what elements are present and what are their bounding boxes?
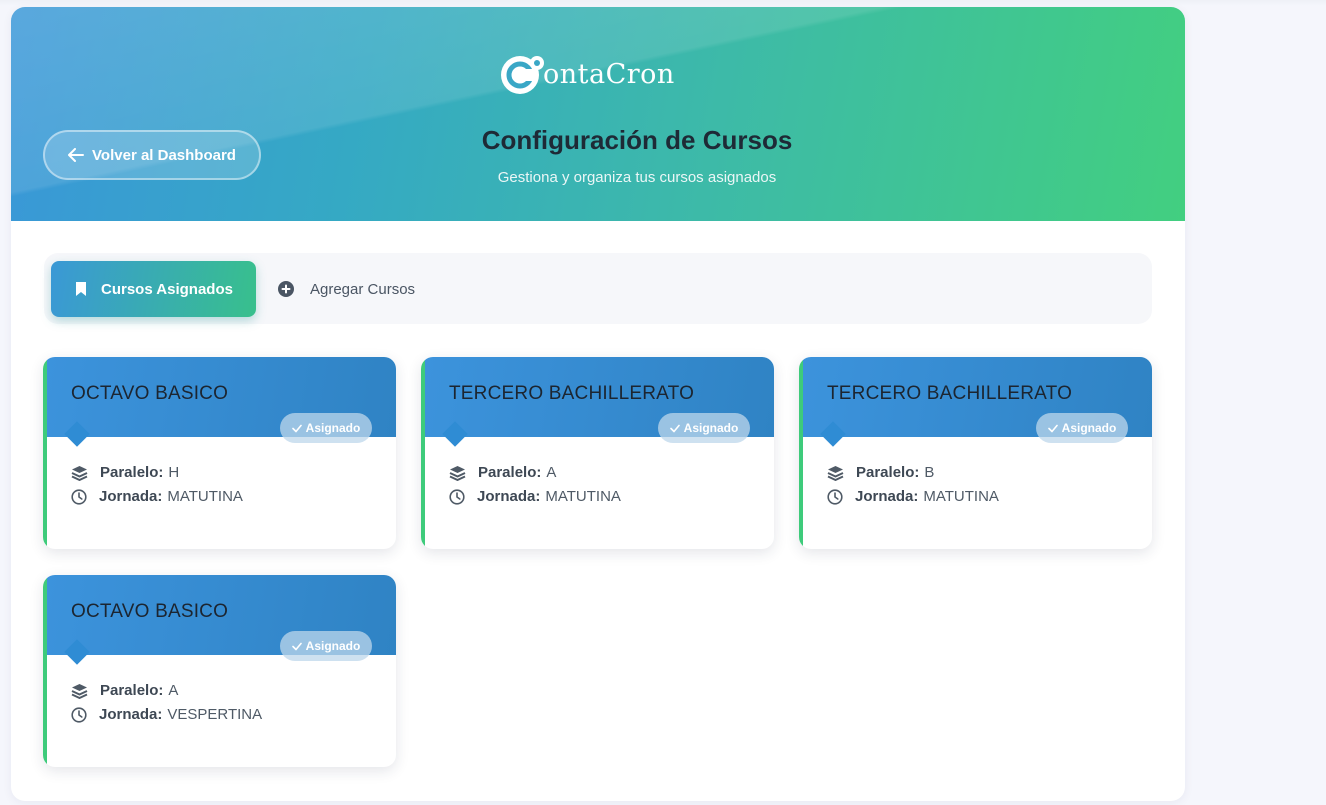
jornada-label: Jornada: <box>99 488 163 505</box>
check-icon <box>1047 424 1058 432</box>
paralelo-row: Paralelo: H <box>71 464 179 481</box>
status-badge: Asignado <box>1036 413 1128 443</box>
jornada-value: MATUTINA <box>167 488 243 505</box>
brand-logo: ontaCron <box>499 47 675 99</box>
tab-cursos-asignados[interactable]: Cursos Asignados <box>51 261 256 317</box>
status-badge: Asignado <box>280 631 372 661</box>
paralelo-row: Paralelo: B <box>827 464 934 481</box>
paralelo-value: A <box>168 682 179 699</box>
course-card[interactable]: OCTAVO BASICO Asignado Paralelo: H Jorna… <box>43 357 396 549</box>
clock-icon <box>449 488 465 505</box>
check-icon <box>291 642 302 650</box>
layers-icon <box>71 465 88 481</box>
status-badge: Asignado <box>280 413 372 443</box>
paralelo-label: Paralelo: <box>100 682 164 699</box>
jornada-label: Jornada: <box>855 488 919 505</box>
badge-label: Asignado <box>305 421 361 435</box>
jornada-row: Jornada: MATUTINA <box>71 488 243 505</box>
course-card[interactable]: TERCERO BACHILLERATO Asignado Paralelo: … <box>799 357 1152 549</box>
tab-label: Cursos Asignados <box>101 280 233 298</box>
tab-label: Agregar Cursos <box>310 280 416 298</box>
layers-icon <box>449 465 466 481</box>
course-card[interactable]: TERCERO BACHILLERATO Asignado Paralelo: … <box>421 357 774 549</box>
check-icon <box>291 424 302 432</box>
logo-mark-icon <box>499 50 545 96</box>
page-title: Configuración de Cursos <box>481 125 793 155</box>
paralelo-label: Paralelo: <box>100 464 164 481</box>
header-banner: ontaCron Volver al Dashboard Configuraci… <box>11 7 1185 221</box>
status-badge: Asignado <box>658 413 750 443</box>
clock-icon <box>71 488 87 505</box>
layers-icon <box>827 465 844 481</box>
course-title: OCTAVO BASICO <box>71 383 229 404</box>
paralelo-value: B <box>924 464 935 481</box>
jornada-row: Jornada: MATUTINA <box>449 488 621 505</box>
page-subtitle: Gestiona y organiza tus cursos asignados <box>497 169 777 186</box>
main-panel: ontaCron Volver al Dashboard Configuraci… <box>11 7 1185 801</box>
clock-icon <box>827 488 843 505</box>
paralelo-label: Paralelo: <box>478 464 542 481</box>
paralelo-row: Paralelo: A <box>449 464 556 481</box>
course-card[interactable]: OCTAVO BASICO Asignado Paralelo: A Jorna… <box>43 575 396 767</box>
bookmark-icon <box>76 282 86 296</box>
brand-name: ontaCron <box>543 58 675 90</box>
jornada-value: VESPERTINA <box>167 706 263 723</box>
jornada-label: Jornada: <box>477 488 541 505</box>
course-title: TERCERO BACHILLERATO <box>449 383 695 404</box>
badge-label: Asignado <box>305 639 361 653</box>
badge-label: Asignado <box>1061 421 1117 435</box>
layers-icon <box>71 683 88 699</box>
tab-agregar-cursos[interactable]: Agregar Cursos <box>278 261 415 317</box>
paralelo-value: A <box>546 464 557 481</box>
jornada-row: Jornada: MATUTINA <box>827 488 999 505</box>
course-title: OCTAVO BASICO <box>71 601 229 622</box>
paralelo-row: Paralelo: A <box>71 682 178 699</box>
badge-label: Asignado <box>683 421 739 435</box>
header-banner-overlay <box>11 7 1185 221</box>
jornada-value: MATUTINA <box>545 488 621 505</box>
tabs-bar: Cursos Asignados Agregar Cursos <box>44 253 1152 324</box>
clock-icon <box>71 706 87 723</box>
jornada-row: Jornada: VESPERTINA <box>71 706 262 723</box>
paralelo-value: H <box>168 464 180 481</box>
course-title: TERCERO BACHILLERATO <box>827 383 1073 404</box>
paralelo-label: Paralelo: <box>856 464 920 481</box>
plus-circle-icon <box>278 281 294 297</box>
check-icon <box>669 424 680 432</box>
jornada-value: MATUTINA <box>923 488 999 505</box>
jornada-label: Jornada: <box>99 706 163 723</box>
